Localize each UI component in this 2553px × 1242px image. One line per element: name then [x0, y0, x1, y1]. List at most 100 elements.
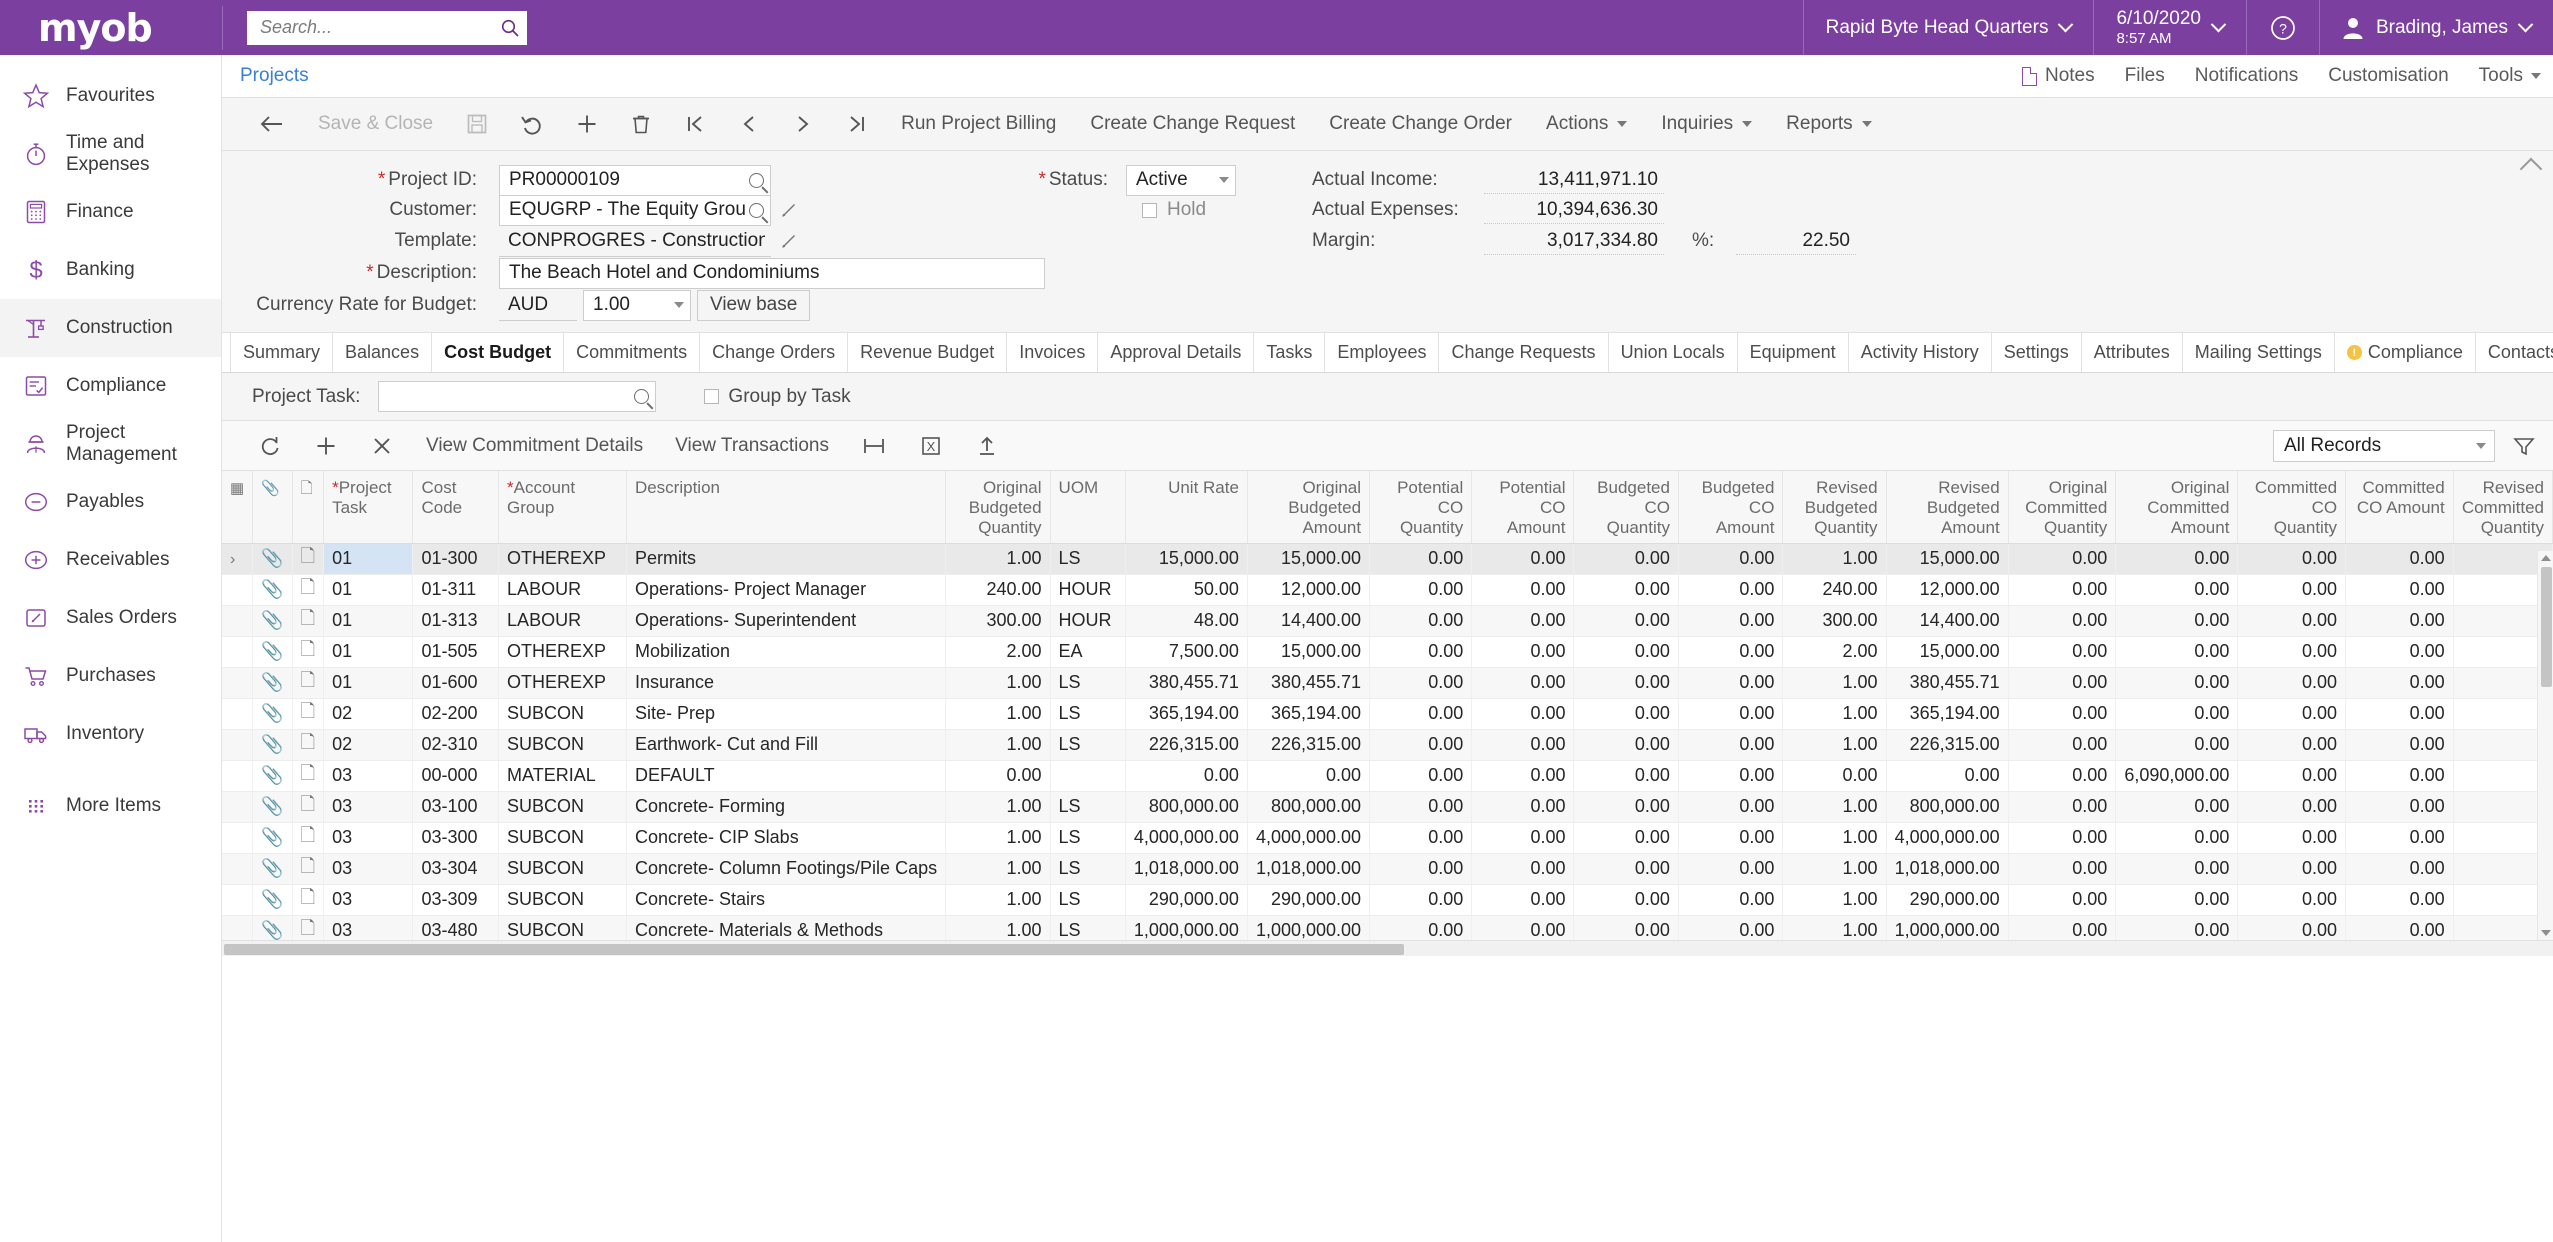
sidebar-item-banking[interactable]: $ Banking	[0, 241, 221, 299]
table-row[interactable]: 📎 🗋 03 03-100 SUBCON Concrete- Forming 1.00 LS 8…	[222, 791, 2553, 823]
view-commitment-details-button[interactable]: View Commitment Details	[412, 422, 657, 470]
view-transactions-button[interactable]: View Transactions	[661, 422, 843, 470]
row-expander[interactable]	[222, 729, 254, 761]
document-icon[interactable]: 🗋	[301, 856, 315, 876]
document-icon[interactable]: 🗋	[301, 701, 315, 721]
search-icon[interactable]	[500, 18, 520, 38]
paperclip-icon[interactable]: 📎	[261, 610, 283, 630]
tools-menu[interactable]: Tools	[2479, 65, 2541, 87]
tab-commitments[interactable]: Commitments	[564, 333, 701, 372]
paperclip-icon[interactable]: 📎	[261, 765, 283, 785]
row-attachment-cell[interactable]: 📎	[252, 791, 293, 823]
vertical-scroll-thumb[interactable]	[2541, 567, 2552, 687]
description-field[interactable]: The Beach Hotel and Condominiums	[499, 257, 1045, 289]
tab-cost-budget[interactable]: Cost Budget	[432, 333, 565, 372]
project-task-input[interactable]	[378, 381, 657, 412]
help-button[interactable]: ?	[2247, 0, 2319, 55]
tab-employees[interactable]: Employees	[1325, 333, 1440, 372]
global-search[interactable]	[247, 10, 527, 45]
column-header-c_doc[interactable]: 🗋	[292, 471, 325, 544]
actions-menu[interactable]: Actions	[1530, 98, 1643, 150]
sidebar-item-finance[interactable]: Finance	[0, 183, 221, 241]
tab-activity-history[interactable]: Activity History	[1849, 333, 1992, 372]
row-attachment-cell[interactable]: 📎	[252, 884, 293, 916]
currency-rate-select[interactable]: 1.00	[583, 289, 691, 321]
document-icon[interactable]: 🗋	[301, 887, 315, 907]
row-attachment-cell[interactable]: 📎	[252, 822, 293, 854]
funnel-icon[interactable]	[2511, 434, 2537, 458]
row-attachment-cell[interactable]: 📎	[252, 760, 293, 792]
records-filter-select[interactable]: All Records	[2273, 430, 2495, 462]
tab-tasks[interactable]: Tasks	[1254, 333, 1326, 372]
sidebar-item-receivables[interactable]: Receivables	[0, 531, 221, 589]
column-header-rev_bud_amt[interactable]: Revised Budgeted Amount	[1886, 471, 2009, 544]
tab-mailing-settings[interactable]: Mailing Settings	[2183, 333, 2335, 372]
column-header-account_group[interactable]: *Account Group	[498, 471, 627, 544]
document-icon[interactable]: 🗋	[301, 670, 315, 690]
cost-budget-grid[interactable]: ▦ 📎 🗋 *Project Task Cost Code *Account Group D…	[222, 471, 2553, 956]
scroll-up-arrow-icon[interactable]	[2541, 555, 2551, 561]
paperclip-icon[interactable]: 📎	[261, 548, 283, 568]
paperclip-icon[interactable]: 📎	[261, 480, 280, 497]
document-icon[interactable]: 🗋	[301, 608, 315, 628]
row-expander[interactable]	[222, 760, 254, 792]
grid-horizontal-scrollbar[interactable]	[222, 940, 2553, 956]
date-time-selector[interactable]: 6/10/2020 8:57 AM	[2094, 0, 2246, 55]
export-to-excel-button[interactable]: X	[905, 422, 957, 470]
column-header-pot_co_amt[interactable]: Potential CO Amount	[1471, 471, 1575, 544]
sidebar-item-more-items[interactable]: More Items	[0, 777, 221, 835]
sidebar-item-sales-orders[interactable]: Sales Orders	[0, 589, 221, 647]
inquiries-menu[interactable]: Inquiries	[1645, 98, 1768, 150]
sidebar-item-inventory[interactable]: Inventory	[0, 705, 221, 763]
search-icon[interactable]	[749, 202, 764, 218]
tab-change-requests[interactable]: Change Requests	[1439, 333, 1609, 372]
column-header-cost_code[interactable]: Cost Code	[412, 471, 500, 544]
column-header-orig_com_amt[interactable]: Original Committed Amount	[2115, 471, 2239, 544]
column-header-c_clip[interactable]: 📎	[252, 471, 293, 544]
row-attachment-cell[interactable]: 📎	[252, 698, 293, 730]
sidebar-item-project-management[interactable]: Project Management	[0, 415, 221, 473]
paperclip-icon[interactable]: 📎	[261, 796, 283, 816]
back-button[interactable]	[244, 98, 300, 150]
document-icon[interactable]: 🗋	[301, 918, 315, 938]
row-attachment-cell[interactable]: 📎	[252, 574, 293, 606]
scroll-down-arrow-icon[interactable]	[2541, 930, 2551, 936]
tab-balances[interactable]: Balances	[333, 333, 433, 372]
document-icon[interactable]: 🗋	[301, 732, 315, 752]
search-icon[interactable]	[634, 389, 650, 404]
upload-file-button[interactable]	[961, 422, 1013, 470]
files-button[interactable]: Files	[2125, 65, 2165, 87]
row-note-cell[interactable]: 🗋	[292, 791, 325, 823]
search-input[interactable]	[258, 12, 500, 43]
tab-revenue-budget[interactable]: Revenue Budget	[848, 333, 1008, 372]
row-expander[interactable]	[222, 884, 254, 916]
paperclip-icon[interactable]: 📎	[261, 889, 283, 909]
delete-record-button[interactable]	[615, 98, 667, 150]
notifications-button[interactable]: Notifications	[2195, 65, 2299, 87]
document-icon[interactable]: 🗋	[301, 763, 315, 783]
document-icon[interactable]: 🗋	[301, 794, 315, 814]
table-row[interactable]: › 📎 🗋 01 01-300 OTHEREXP Permits 1.00 LS 15,000.0…	[222, 543, 2553, 575]
row-note-cell[interactable]: 🗋	[292, 543, 325, 575]
previous-record-button[interactable]	[723, 98, 775, 150]
sidebar-item-favourites[interactable]: Favourites	[0, 67, 221, 125]
column-header-rev_com_qty[interactable]: Revised Committed Quantity	[2453, 471, 2553, 544]
row-note-cell[interactable]: 🗋	[292, 574, 325, 606]
run-project-billing-button[interactable]: Run Project Billing	[885, 98, 1072, 150]
template-field[interactable]: CONPROGRES - Construction Progress	[499, 225, 771, 257]
row-note-cell[interactable]: 🗋	[292, 636, 325, 668]
row-attachment-cell[interactable]: 📎	[252, 605, 293, 637]
refresh-button[interactable]	[244, 422, 296, 470]
tab-settings[interactable]: Settings	[1992, 333, 2082, 372]
paperclip-icon[interactable]: 📎	[261, 858, 283, 878]
table-row[interactable]: 📎 🗋 01 01-311 LABOUR Operations- Project Mana…	[222, 574, 2553, 606]
row-expander[interactable]	[222, 636, 254, 668]
column-header-orig_com_qty[interactable]: Original Committed Quantity	[2008, 471, 2117, 544]
group-by-task-toggle[interactable]: Group by Task	[704, 386, 851, 408]
document-icon[interactable]: 🗋	[301, 480, 313, 497]
tab-contacts[interactable]: Contacts	[2476, 333, 2553, 372]
customisation-button[interactable]: Customisation	[2328, 65, 2448, 87]
column-header-unit_rate[interactable]: Unit Rate	[1125, 471, 1248, 544]
table-row[interactable]: 📎 🗋 01 01-505 OTHEREXP Mobilization 2.00 EA 7,50…	[222, 636, 2553, 668]
grid-settings-icon[interactable]: ▦	[230, 480, 244, 497]
